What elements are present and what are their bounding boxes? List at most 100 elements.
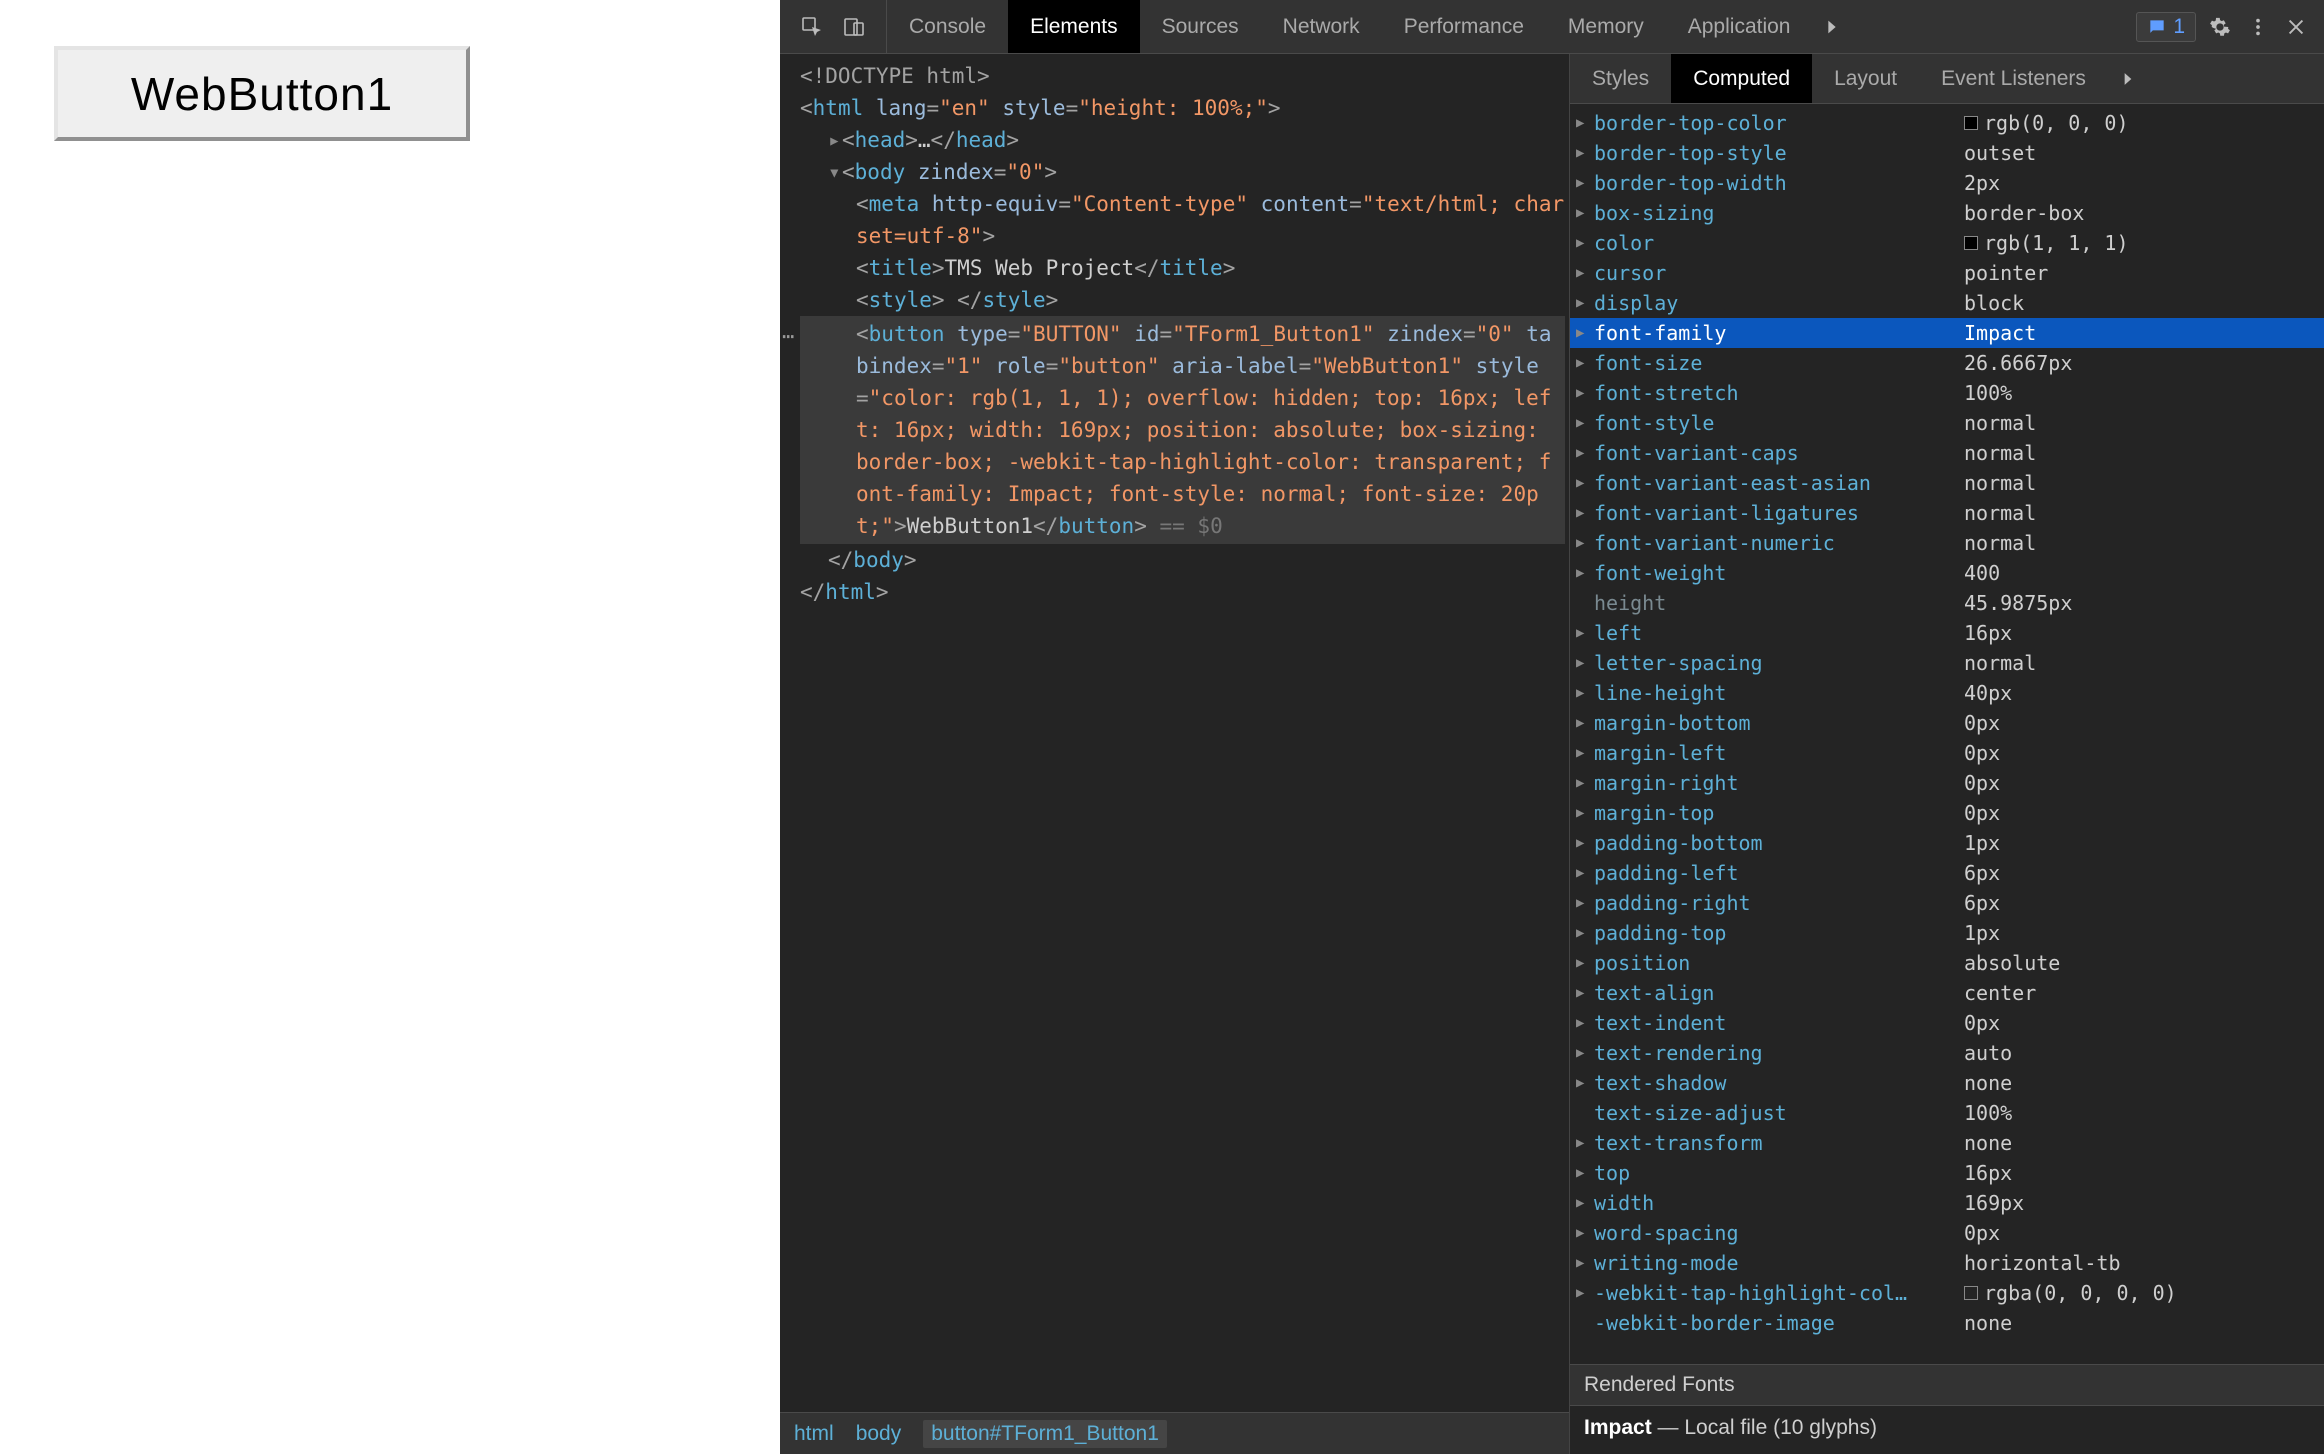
computed-row[interactable]: ▶letter-spacingnormal	[1570, 648, 2324, 678]
side-tab-styles[interactable]: Styles	[1570, 54, 1671, 103]
computed-row[interactable]: ▶cursorpointer	[1570, 258, 2324, 288]
computed-prop-name: padding-bottom	[1594, 828, 1964, 858]
computed-prop-name: text-transform	[1594, 1128, 1964, 1158]
computed-prop-name: font-stretch	[1594, 378, 1964, 408]
computed-prop-name: -webkit-tap-highlight-col…	[1594, 1278, 1964, 1308]
computed-prop-value: normal	[1964, 438, 2036, 468]
tab-performance[interactable]: Performance	[1382, 0, 1546, 53]
computed-prop-name: text-indent	[1594, 1008, 1964, 1038]
computed-row[interactable]: ▶padding-left6px	[1570, 858, 2324, 888]
computed-row[interactable]: ▶-webkit-border-imagenone	[1570, 1308, 2324, 1338]
computed-prop-value: normal	[1964, 498, 2036, 528]
breadcrumb-item[interactable]: html	[794, 1422, 834, 1446]
computed-row[interactable]: ▶positionabsolute	[1570, 948, 2324, 978]
computed-row[interactable]: ▶padding-right6px	[1570, 888, 2324, 918]
computed-row[interactable]: ▶font-variant-capsnormal	[1570, 438, 2324, 468]
devtools-tabbar: ConsoleElementsSourcesNetworkPerformance…	[780, 0, 2324, 54]
computed-prop-value: 1px	[1964, 828, 2000, 858]
breadcrumb-item[interactable]: body	[856, 1422, 902, 1446]
kebab-menu-icon[interactable]	[2244, 13, 2272, 41]
computed-row[interactable]: ▶font-stylenormal	[1570, 408, 2324, 438]
side-more-tabs-icon[interactable]	[2114, 65, 2142, 93]
computed-prop-name: border-top-width	[1594, 168, 1964, 198]
computed-row[interactable]: ▶font-stretch100%	[1570, 378, 2324, 408]
computed-prop-name: padding-right	[1594, 888, 1964, 918]
computed-row[interactable]: ▶word-spacing0px	[1570, 1218, 2324, 1248]
inspect-element-icon[interactable]	[798, 13, 826, 41]
computed-row[interactable]: ▶font-variant-east-asiannormal	[1570, 468, 2324, 498]
computed-row[interactable]: ▶writing-modehorizontal-tb	[1570, 1248, 2324, 1278]
computed-prop-name: writing-mode	[1594, 1248, 1964, 1278]
tab-elements[interactable]: Elements	[1008, 0, 1140, 53]
selected-dom-node[interactable]: <button type="BUTTON" id="TForm1_Button1…	[800, 316, 1565, 544]
computed-row[interactable]: ▶line-height40px	[1570, 678, 2324, 708]
close-devtools-icon[interactable]	[2282, 13, 2310, 41]
computed-prop-name: text-shadow	[1594, 1068, 1964, 1098]
computed-prop-value: outset	[1964, 138, 2036, 168]
computed-prop-value: none	[1964, 1068, 2012, 1098]
computed-prop-name: box-sizing	[1594, 198, 1964, 228]
computed-row[interactable]: ▶text-aligncenter	[1570, 978, 2324, 1008]
dom-tree[interactable]: <!DOCTYPE html><html lang="en" style="he…	[780, 54, 1569, 1412]
computed-row[interactable]: ▶font-variant-numericnormal	[1570, 528, 2324, 558]
computed-prop-value: 0px	[1964, 1218, 2000, 1248]
elements-breadcrumb[interactable]: html body button#TForm1_Button1	[780, 1412, 1569, 1454]
side-tab-layout[interactable]: Layout	[1812, 54, 1919, 103]
computed-row[interactable]: ▶box-sizingborder-box	[1570, 198, 2324, 228]
computed-prop-value: 0px	[1964, 738, 2000, 768]
computed-prop-value: 26.6667px	[1964, 348, 2072, 378]
computed-row[interactable]: ▶text-transformnone	[1570, 1128, 2324, 1158]
computed-row[interactable]: ▶displayblock	[1570, 288, 2324, 318]
tab-sources[interactable]: Sources	[1140, 0, 1261, 53]
computed-prop-value: block	[1964, 288, 2024, 318]
computed-row[interactable]: ▶font-familyImpact	[1570, 318, 2324, 348]
computed-prop-name: width	[1594, 1188, 1964, 1218]
computed-row[interactable]: ▶text-shadownone	[1570, 1068, 2324, 1098]
computed-prop-name: font-variant-caps	[1594, 438, 1964, 468]
tab-application[interactable]: Application	[1666, 0, 1813, 53]
computed-row[interactable]: ▶text-indent0px	[1570, 1008, 2324, 1038]
computed-prop-value: 45.9875px	[1964, 588, 2072, 618]
web-button-1[interactable]: WebButton1	[54, 46, 470, 141]
computed-row[interactable]: ▶font-size26.6667px	[1570, 348, 2324, 378]
computed-row[interactable]: ▶font-variant-ligaturesnormal	[1570, 498, 2324, 528]
more-tabs-icon[interactable]	[1818, 13, 1846, 41]
computed-row[interactable]: ▶font-weight400	[1570, 558, 2324, 588]
breadcrumb-item[interactable]: button#TForm1_Button1	[923, 1420, 1167, 1448]
computed-styles-list[interactable]: ▶border-top-colorrgb(0, 0, 0)▶border-top…	[1570, 104, 2324, 1364]
computed-row[interactable]: ▶top16px	[1570, 1158, 2324, 1188]
tab-console[interactable]: Console	[887, 0, 1008, 53]
computed-row[interactable]: ▶border-top-width2px	[1570, 168, 2324, 198]
computed-row[interactable]: ▶margin-top0px	[1570, 798, 2324, 828]
computed-prop-value: 40px	[1964, 678, 2012, 708]
computed-prop-name: word-spacing	[1594, 1218, 1964, 1248]
issues-badge[interactable]: 1	[2136, 12, 2196, 42]
computed-row[interactable]: ▶-webkit-tap-highlight-col…rgba(0, 0, 0,…	[1570, 1278, 2324, 1308]
tab-memory[interactable]: Memory	[1546, 0, 1666, 53]
computed-row[interactable]: ▶border-top-colorrgb(0, 0, 0)	[1570, 108, 2324, 138]
computed-prop-value: 169px	[1964, 1188, 2024, 1218]
computed-prop-name: font-variant-ligatures	[1594, 498, 1964, 528]
computed-row[interactable]: ▶margin-right0px	[1570, 768, 2324, 798]
computed-prop-value: 0px	[1964, 708, 2000, 738]
computed-row[interactable]: ▶width169px	[1570, 1188, 2324, 1218]
devtools-panel: ConsoleElementsSourcesNetworkPerformance…	[780, 0, 2324, 1454]
computed-prop-value: 2px	[1964, 168, 2000, 198]
computed-row[interactable]: ▶height45.9875px	[1570, 588, 2324, 618]
tab-network[interactable]: Network	[1261, 0, 1382, 53]
computed-row[interactable]: ▶padding-bottom1px	[1570, 828, 2324, 858]
computed-row[interactable]: ▶margin-left0px	[1570, 738, 2324, 768]
computed-prop-value: normal	[1964, 648, 2036, 678]
side-tab-computed[interactable]: Computed	[1671, 54, 1812, 103]
computed-row[interactable]: ▶left16px	[1570, 618, 2324, 648]
device-toggle-icon[interactable]	[840, 13, 868, 41]
computed-row[interactable]: ▶padding-top1px	[1570, 918, 2324, 948]
computed-row[interactable]: ▶text-renderingauto	[1570, 1038, 2324, 1068]
computed-row[interactable]: ▶colorrgb(1, 1, 1)	[1570, 228, 2324, 258]
computed-row[interactable]: ▶border-top-styleoutset	[1570, 138, 2324, 168]
computed-row[interactable]: ▶text-size-adjust100%	[1570, 1098, 2324, 1128]
side-tab-event-listeners[interactable]: Event Listeners	[1919, 54, 2108, 103]
settings-icon[interactable]	[2206, 13, 2234, 41]
computed-row[interactable]: ▶margin-bottom0px	[1570, 708, 2324, 738]
computed-prop-value: rgba(0, 0, 0, 0)	[1964, 1278, 2177, 1308]
